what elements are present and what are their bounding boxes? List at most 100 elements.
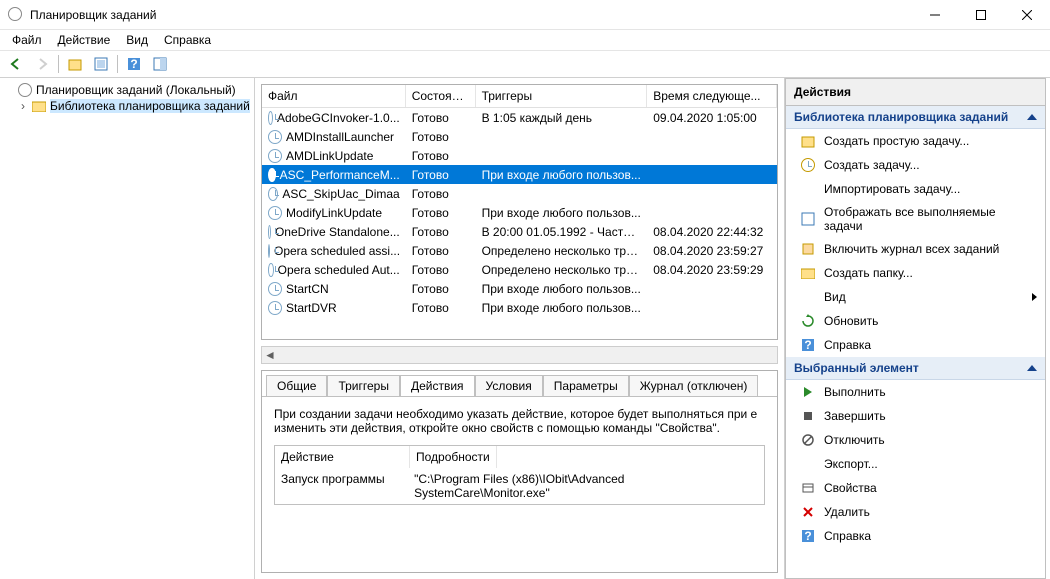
export-label: Экспорт... bbox=[824, 457, 878, 471]
help-icon: ? bbox=[800, 528, 816, 544]
tab-triggers[interactable]: Триггеры bbox=[327, 375, 400, 396]
task-row[interactable]: ASC_SkipUac_DimaaГотово bbox=[262, 184, 777, 203]
section-library-label: Библиотека планировщика заданий bbox=[794, 110, 1008, 124]
section-selected[interactable]: Выбранный элемент bbox=[786, 357, 1045, 380]
task-row[interactable]: AMDLinkUpdateГотово bbox=[262, 146, 777, 165]
delete-label: Удалить bbox=[824, 505, 870, 519]
showhide-icon[interactable] bbox=[148, 53, 172, 75]
action-view[interactable]: Вид bbox=[786, 285, 1045, 309]
help-label: Справка bbox=[824, 338, 871, 352]
app-icon bbox=[8, 7, 24, 23]
tree-library[interactable]: › Библиотека планировщика заданий bbox=[2, 98, 252, 114]
task-next: 08.04.2020 23:59:29 bbox=[647, 263, 777, 277]
tab-general[interactable]: Общие bbox=[266, 375, 327, 396]
col-state[interactable]: Состояние bbox=[406, 85, 476, 107]
action-disable[interactable]: Отключить bbox=[786, 428, 1045, 452]
tree-root[interactable]: Планировщик заданий (Локальный) bbox=[2, 82, 252, 98]
task-name: ModifyLinkUpdate bbox=[286, 206, 382, 220]
actions-table-row[interactable]: Запуск программы "C:\Program Files (x86)… bbox=[275, 468, 764, 504]
col-action[interactable]: Действие bbox=[275, 446, 410, 468]
action-help2[interactable]: ? Справка bbox=[786, 524, 1045, 548]
task-row[interactable]: AMDInstallLauncherГотово bbox=[262, 127, 777, 146]
action-end[interactable]: Завершить bbox=[786, 404, 1045, 428]
action-refresh[interactable]: Обновить bbox=[786, 309, 1045, 333]
action-enable-history[interactable]: Включить журнал всех заданий bbox=[786, 237, 1045, 261]
task-state: Готово bbox=[406, 301, 476, 315]
show-running-label: Отображать все выполняемые задачи bbox=[824, 205, 1037, 233]
toolbar: ? bbox=[0, 50, 1050, 78]
clock-icon bbox=[268, 225, 271, 239]
close-button[interactable] bbox=[1004, 0, 1050, 30]
col-details[interactable]: Подробности bbox=[410, 446, 497, 468]
tab-conditions[interactable]: Условия bbox=[475, 375, 543, 396]
tree-root-label: Планировщик заданий (Локальный) bbox=[36, 83, 236, 97]
menu-action[interactable]: Действие bbox=[50, 31, 119, 49]
create-task-icon bbox=[800, 157, 816, 173]
task-trigger: В 20:00 01.05.1992 - Частота ... bbox=[476, 225, 648, 239]
minimize-button[interactable] bbox=[912, 0, 958, 30]
action-import[interactable]: Импортировать задачу... bbox=[786, 177, 1045, 201]
col-trigger[interactable]: Триггеры bbox=[476, 85, 648, 107]
action-show-running[interactable]: Отображать все выполняемые задачи bbox=[786, 201, 1045, 237]
help2-label: Справка bbox=[824, 529, 871, 543]
detail-intro-line2: изменить эти действия, откройте окно сво… bbox=[274, 421, 765, 435]
action-properties[interactable]: Свойства bbox=[786, 476, 1045, 500]
help-icon[interactable]: ? bbox=[122, 53, 146, 75]
task-row[interactable]: ModifyLinkUpdateГотовоПри входе любого п… bbox=[262, 203, 777, 222]
enable-history-label: Включить журнал всех заданий bbox=[824, 242, 999, 256]
main-area: Планировщик заданий (Локальный) › Библио… bbox=[0, 78, 1050, 579]
disable-icon bbox=[800, 432, 816, 448]
forward-button[interactable] bbox=[30, 53, 54, 75]
task-row[interactable]: StartDVRГотовоПри входе любого пользов..… bbox=[262, 298, 777, 317]
task-list-body: AdobeGCInvoker-1.0...ГотовоВ 1:05 каждый… bbox=[262, 108, 777, 339]
action-help[interactable]: ?Справка bbox=[786, 333, 1045, 357]
action-run[interactable]: Выполнить bbox=[786, 380, 1045, 404]
action-export[interactable]: Экспорт... bbox=[786, 452, 1045, 476]
back-button[interactable] bbox=[4, 53, 28, 75]
tab-history[interactable]: Журнал (отключен) bbox=[629, 375, 759, 396]
col-file[interactable]: Файл bbox=[262, 85, 406, 107]
import-icon[interactable] bbox=[89, 53, 113, 75]
create-task-icon[interactable] bbox=[63, 53, 87, 75]
task-row[interactable]: AdobeGCInvoker-1.0...ГотовоВ 1:05 каждый… bbox=[262, 108, 777, 127]
create-basic-icon bbox=[800, 133, 816, 149]
scroll-left-icon[interactable]: ◄ bbox=[262, 348, 278, 362]
task-next: 09.04.2020 1:05:00 bbox=[647, 111, 777, 125]
section-library[interactable]: Библиотека планировщика заданий bbox=[786, 106, 1045, 129]
tab-actions[interactable]: Действия bbox=[400, 375, 475, 396]
create-task-label: Создать задачу... bbox=[824, 158, 920, 172]
task-trigger: При входе любого пользов... bbox=[476, 282, 648, 296]
task-row[interactable]: StartCNГотовоПри входе любого пользов... bbox=[262, 279, 777, 298]
menu-view[interactable]: Вид bbox=[118, 31, 156, 49]
col-next[interactable]: Время следующе... bbox=[647, 85, 777, 107]
run-icon bbox=[800, 384, 816, 400]
task-row[interactable]: Opera scheduled assi...ГотовоОпределено … bbox=[262, 241, 777, 260]
task-list-headers: Файл Состояние Триггеры Время следующе..… bbox=[262, 85, 777, 108]
submenu-icon bbox=[1032, 293, 1037, 301]
history-icon bbox=[800, 241, 816, 257]
menu-file[interactable]: Файл bbox=[4, 31, 50, 49]
maximize-button[interactable] bbox=[958, 0, 1004, 30]
task-state: Готово bbox=[406, 282, 476, 296]
horizontal-scrollbar[interactable]: ◄ bbox=[261, 346, 778, 364]
action-create-basic[interactable]: Создать простую задачу... bbox=[786, 129, 1045, 153]
task-state: Готово bbox=[406, 130, 476, 144]
menu-help[interactable]: Справка bbox=[156, 31, 219, 49]
task-trigger: При входе любого пользов... bbox=[476, 206, 648, 220]
tab-settings[interactable]: Параметры bbox=[543, 375, 629, 396]
task-row[interactable]: Opera scheduled Aut...ГотовоОпределено н… bbox=[262, 260, 777, 279]
clock-icon bbox=[268, 206, 282, 220]
svg-text:?: ? bbox=[804, 529, 811, 543]
clock-icon bbox=[268, 149, 282, 163]
import-label: Импортировать задачу... bbox=[824, 182, 960, 196]
clock-icon bbox=[268, 130, 282, 144]
task-row[interactable]: ASC_PerformanceM...ГотовоПри входе любог… bbox=[262, 165, 777, 184]
window-title: Планировщик заданий bbox=[30, 8, 912, 22]
task-name: Opera scheduled Aut... bbox=[278, 263, 400, 277]
action-create-task[interactable]: Создать задачу... bbox=[786, 153, 1045, 177]
action-delete[interactable]: Удалить bbox=[786, 500, 1045, 524]
task-name: StartDVR bbox=[286, 301, 337, 315]
export-icon bbox=[800, 456, 816, 472]
task-row[interactable]: OneDrive Standalone...ГотовоВ 20:00 01.0… bbox=[262, 222, 777, 241]
action-new-folder[interactable]: Создать папку... bbox=[786, 261, 1045, 285]
